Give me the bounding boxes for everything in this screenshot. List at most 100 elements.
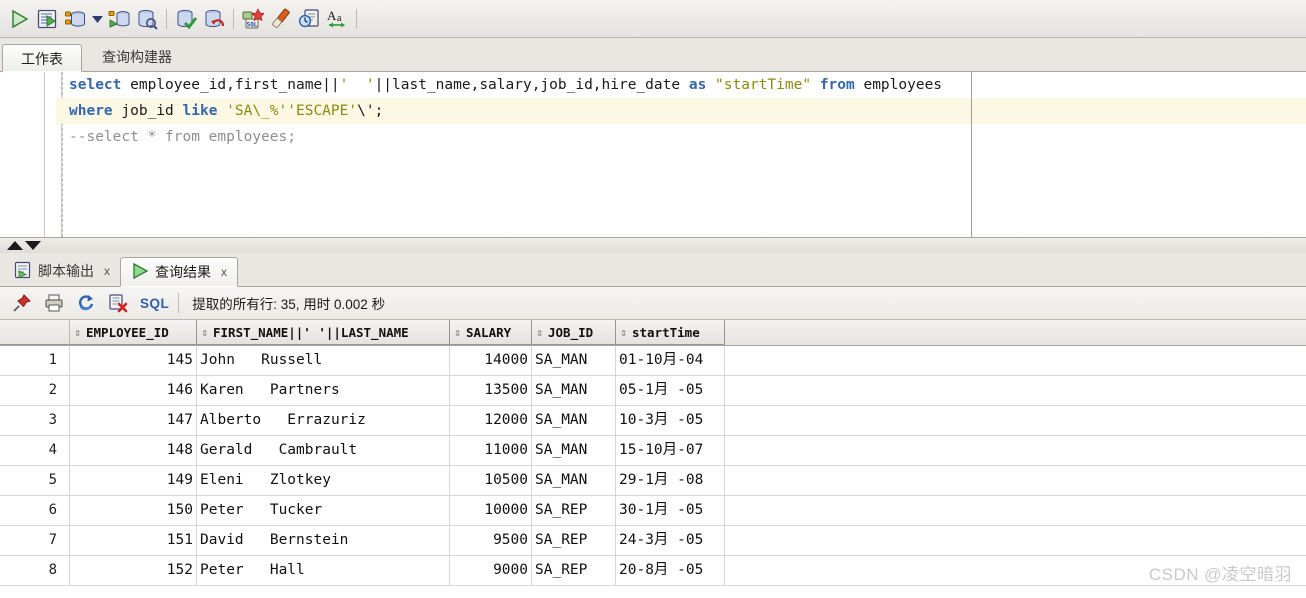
sql-editor[interactable]: select employee_id,first_name||' '||last… xyxy=(0,72,1306,237)
table-row[interactable]: 4 148 Gerald Cambrault 11000 SA_MAN 15-10月-07 xyxy=(0,436,1306,466)
collapse-up-icon[interactable] xyxy=(7,241,23,250)
cell-employee_id[interactable]: 152 xyxy=(70,556,197,585)
cell-job_id[interactable]: SA_MAN xyxy=(532,436,616,465)
sort-toggle-icon[interactable]: ⇕ xyxy=(72,327,83,338)
grid-header-salary[interactable]: ⇕ SALARY xyxy=(450,320,532,345)
table-row[interactable]: 7 151 David Bernstein 9500 SA_REP 24-3月 -05 xyxy=(0,526,1306,556)
run-statement-icon[interactable] xyxy=(5,5,33,33)
sql-history-icon[interactable] xyxy=(133,5,161,33)
schedule-icon[interactable] xyxy=(295,5,323,33)
code-line-3[interactable]: --select * from employees; xyxy=(63,124,1306,150)
cell-salary[interactable]: 9500 xyxy=(450,526,532,555)
grid-header-job_id[interactable]: ⇕ JOB_ID xyxy=(532,320,616,345)
clear-icon[interactable] xyxy=(267,5,295,33)
cell-full_name[interactable]: Gerald Cambrault xyxy=(197,436,450,465)
cell-start_time[interactable]: 01-10月-04 xyxy=(616,346,725,375)
cell-employee_id[interactable]: 149 xyxy=(70,466,197,495)
autotrace-icon[interactable] xyxy=(61,5,89,33)
cell-start_time[interactable]: 10-3月 -05 xyxy=(616,406,725,435)
cell-salary[interactable]: 9000 xyxy=(450,556,532,585)
cell-salary[interactable]: 12000 xyxy=(450,406,532,435)
cell-employee_id[interactable]: 147 xyxy=(70,406,197,435)
grid-header-start_time[interactable]: ⇕ startTime xyxy=(616,320,725,345)
tab-query-builder[interactable]: 查询构建器 xyxy=(84,43,190,71)
sort-toggle-icon[interactable]: ⇕ xyxy=(452,327,463,338)
cell-employee_id[interactable]: 150 xyxy=(70,496,197,525)
table-row[interactable]: 5 149 Eleni Zlotkey 10500 SA_MAN 29-1月 -08 xyxy=(0,466,1306,496)
cell-job_id[interactable]: SA_MAN xyxy=(532,346,616,375)
results-grid[interactable]: ⇕ EMPLOYEE_ID ⇕ FIRST_NAME||' '||LAST_NAME ⇕… xyxy=(0,320,1306,598)
compile-sql-icon[interactable]: SQL xyxy=(239,5,267,33)
commit-icon[interactable] xyxy=(172,5,200,33)
run-script-icon[interactable] xyxy=(33,5,61,33)
close-icon[interactable]: x xyxy=(104,264,110,278)
cell-rownum[interactable]: 6 xyxy=(0,496,70,525)
cell-job_id[interactable]: SA_MAN xyxy=(532,406,616,435)
explain-plan-icon[interactable] xyxy=(105,5,133,33)
cell-salary[interactable]: 10000 xyxy=(450,496,532,525)
table-row[interactable]: 2 146 Karen Partners 13500 SA_MAN 05-1月 -05 xyxy=(0,376,1306,406)
cell-employee_id[interactable]: 151 xyxy=(70,526,197,555)
grid-header-full_name[interactable]: ⇕ FIRST_NAME||' '||LAST_NAME xyxy=(197,320,450,345)
dropdown-arrow-icon[interactable] xyxy=(89,5,105,33)
cell-salary[interactable]: 13500 xyxy=(450,376,532,405)
cell-job_id[interactable]: SA_MAN xyxy=(532,376,616,405)
table-row[interactable]: 8 152 Peter Hall 9000 SA_REP 20-8月 -05 xyxy=(0,556,1306,586)
cell-full_name[interactable]: Peter Hall xyxy=(197,556,450,585)
cell-full_name[interactable]: David Bernstein xyxy=(197,526,450,555)
cell-rownum[interactable]: 8 xyxy=(0,556,70,585)
grid-header-rownum[interactable] xyxy=(0,320,70,345)
cell-rownum[interactable]: 7 xyxy=(0,526,70,555)
cell-job_id[interactable]: SA_REP xyxy=(532,496,616,525)
cell-employee_id[interactable]: 146 xyxy=(70,376,197,405)
cell-rownum[interactable]: 2 xyxy=(0,376,70,405)
cell-full_name[interactable]: John Russell xyxy=(197,346,450,375)
cell-start_time[interactable]: 29-1月 -08 xyxy=(616,466,725,495)
print-icon[interactable] xyxy=(40,289,68,317)
sort-toggle-icon[interactable]: ⇕ xyxy=(199,327,210,338)
cell-rownum[interactable]: 4 xyxy=(0,436,70,465)
cell-start_time[interactable]: 24-3月 -05 xyxy=(616,526,725,555)
table-row[interactable]: 6 150 Peter Tucker 10000 SA_REP 30-1月 -05 xyxy=(0,496,1306,526)
cell-start_time[interactable]: 30-1月 -05 xyxy=(616,496,725,525)
cell-full_name[interactable]: Eleni Zlotkey xyxy=(197,466,450,495)
cell-employee_id[interactable]: 148 xyxy=(70,436,197,465)
format-text-icon[interactable]: A a xyxy=(323,5,351,33)
sort-toggle-icon[interactable]: ⇕ xyxy=(534,327,545,338)
refresh-icon[interactable] xyxy=(72,289,100,317)
tab-script-output[interactable]: 脚本输出 x xyxy=(4,256,120,286)
tab-query-result[interactable]: 查询结果 x xyxy=(120,257,238,287)
table-row[interactable]: 1 145 John Russell 14000 SA_MAN 01-10月-04 xyxy=(0,346,1306,376)
cell-job_id[interactable]: SA_REP xyxy=(532,526,616,555)
close-icon[interactable]: x xyxy=(221,265,227,279)
cell-full_name[interactable]: Peter Tucker xyxy=(197,496,450,525)
tab-worksheet[interactable]: 工作表 xyxy=(2,44,82,72)
cell-job_id[interactable]: SA_MAN xyxy=(532,466,616,495)
rollback-icon[interactable] xyxy=(200,5,228,33)
cell-start_time[interactable]: 20-8月 -05 xyxy=(616,556,725,585)
cell-rownum[interactable]: 5 xyxy=(0,466,70,495)
cell-salary[interactable]: 14000 xyxy=(450,346,532,375)
cell-start_time[interactable]: 05-1月 -05 xyxy=(616,376,725,405)
cancel-icon[interactable] xyxy=(104,289,132,317)
cell-salary[interactable]: 11000 xyxy=(450,436,532,465)
right-margin-guide xyxy=(971,72,972,237)
cell-employee_id[interactable]: 145 xyxy=(70,346,197,375)
cell-salary[interactable]: 10500 xyxy=(450,466,532,495)
editor-code-area[interactable]: select employee_id,first_name||' '||last… xyxy=(56,72,1306,237)
pin-icon[interactable] xyxy=(8,289,36,317)
cell-full_name[interactable]: Alberto Errazuriz xyxy=(197,406,450,435)
collapse-down-icon[interactable] xyxy=(25,241,41,250)
table-row[interactable]: 3 147 Alberto Errazuriz 12000 SA_MAN 10-3月 -0… xyxy=(0,406,1306,436)
cell-start_time[interactable]: 15-10月-07 xyxy=(616,436,725,465)
cell-full_name[interactable]: Karen Partners xyxy=(197,376,450,405)
cell-job_id[interactable]: SA_REP xyxy=(532,556,616,585)
editor-results-splitter[interactable] xyxy=(0,237,1306,254)
cell-rownum[interactable]: 3 xyxy=(0,406,70,435)
sort-toggle-icon[interactable]: ⇕ xyxy=(618,327,629,338)
cell-rownum[interactable]: 1 xyxy=(0,346,70,375)
grid-header-employee_id[interactable]: ⇕ EMPLOYEE_ID xyxy=(70,320,197,345)
sql-text: ; xyxy=(374,103,384,119)
code-line-2[interactable]: where job_id like 'SA\_%''ESCAPE'\'; xyxy=(56,98,1306,124)
code-line-1[interactable]: select employee_id,first_name||' '||last… xyxy=(63,72,1306,98)
